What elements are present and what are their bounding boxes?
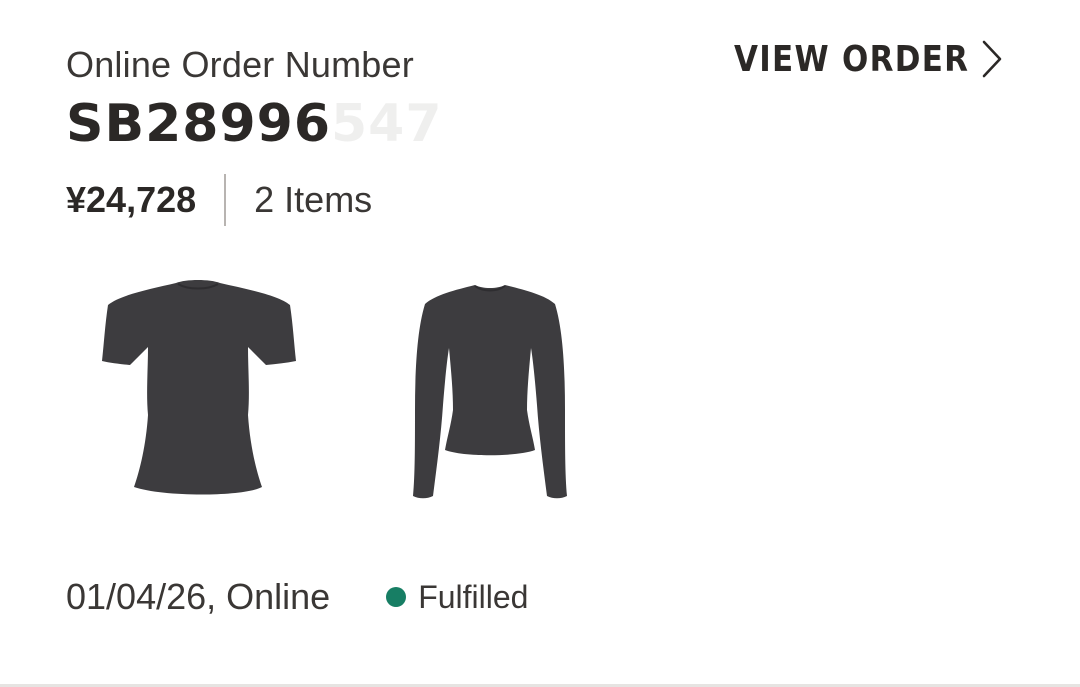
order-number-faded-digits: 547 bbox=[331, 94, 443, 154]
long-sleeve-top-icon[interactable] bbox=[405, 280, 575, 502]
order-number: SB28996547 bbox=[66, 92, 443, 156]
order-number-label: Online Order Number bbox=[66, 44, 414, 85]
order-status: Fulfilled bbox=[418, 578, 529, 615]
view-order-label: VIEW ORDER bbox=[734, 38, 970, 80]
short-sleeve-tshirt-icon[interactable] bbox=[98, 275, 298, 505]
view-order-link[interactable]: VIEW ORDER bbox=[734, 38, 1004, 80]
order-item-count: 2 Items bbox=[254, 179, 373, 220]
order-summary: ¥24,728 2 Items bbox=[66, 172, 372, 228]
chevron-right-icon bbox=[982, 40, 1002, 78]
order-card[interactable]: Online Order Number SB28996547 VIEW ORDE… bbox=[0, 0, 1080, 687]
order-total-price: ¥24,728 bbox=[66, 179, 197, 220]
order-status-row: 01/04/26, Online Fulfilled bbox=[66, 572, 528, 622]
order-date-channel: 01/04/26, Online bbox=[66, 576, 331, 617]
order-number-value: SB28996 bbox=[66, 94, 331, 154]
summary-divider bbox=[224, 174, 227, 226]
status-dot-icon bbox=[386, 587, 407, 607]
